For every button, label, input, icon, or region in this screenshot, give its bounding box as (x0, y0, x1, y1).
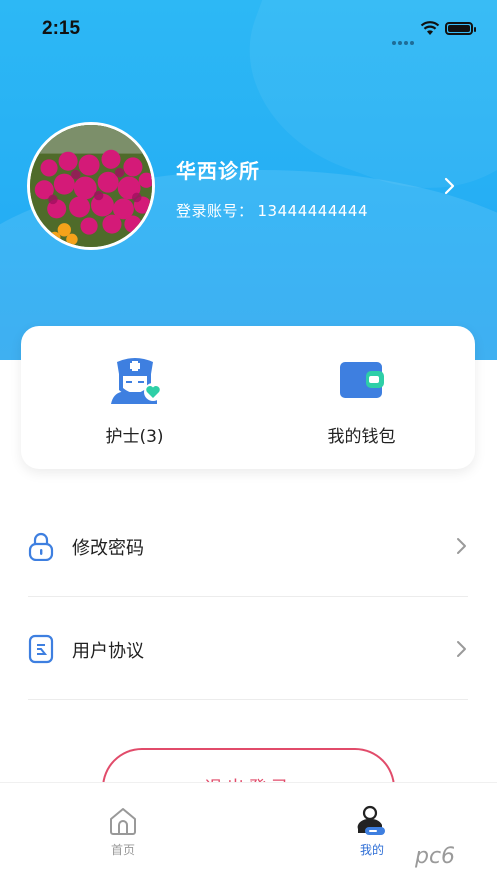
home-icon (110, 808, 136, 835)
menu-item-label: 修改密码 (72, 538, 144, 559)
profile-account: 登录账号： 13444444444 (176, 200, 368, 221)
document-icon (28, 634, 54, 664)
tab-profile-label: 我的 (359, 843, 384, 857)
wallet-icon (339, 362, 384, 398)
menu-item-user-agreement[interactable]: 用户协议 (28, 618, 468, 680)
tab-home-label: 首页 (110, 843, 135, 857)
account-value: 13444444444 (257, 202, 368, 220)
signal-icon (392, 30, 416, 49)
account-label: 登录账号： (176, 202, 254, 220)
wallet-label: 我的钱包 (327, 427, 396, 447)
status-time: 2:15 (42, 18, 81, 39)
chevron-right-icon (457, 538, 466, 554)
divider (28, 596, 468, 597)
nurse-button[interactable]: 护士(3) (21, 326, 248, 469)
avatar[interactable] (27, 122, 155, 250)
avatar-image (30, 125, 152, 247)
status-bar: 2:15 (0, 0, 497, 60)
lock-icon (28, 532, 54, 561)
chevron-right-icon[interactable] (440, 176, 460, 196)
menu-item-label: 用户协议 (72, 641, 144, 662)
watermark: pc6 (415, 844, 456, 869)
profile-name[interactable]: 华西诊所 (176, 155, 260, 184)
user-icon (357, 805, 385, 835)
chevron-right-icon (457, 641, 466, 657)
nurse-icon (110, 358, 161, 404)
divider (28, 699, 468, 700)
wallet-button[interactable]: 我的钱包 (248, 326, 475, 469)
nurse-label: 护士(3) (105, 427, 164, 447)
menu-item-change-password[interactable]: 修改密码 (28, 515, 468, 577)
battery-icon (445, 22, 476, 35)
tab-profile[interactable]: 我的 (332, 805, 412, 858)
tab-home[interactable]: 首页 (83, 805, 163, 858)
quick-actions-card: 护士(3) 我的钱包 (21, 326, 475, 469)
wifi-icon (420, 21, 440, 35)
